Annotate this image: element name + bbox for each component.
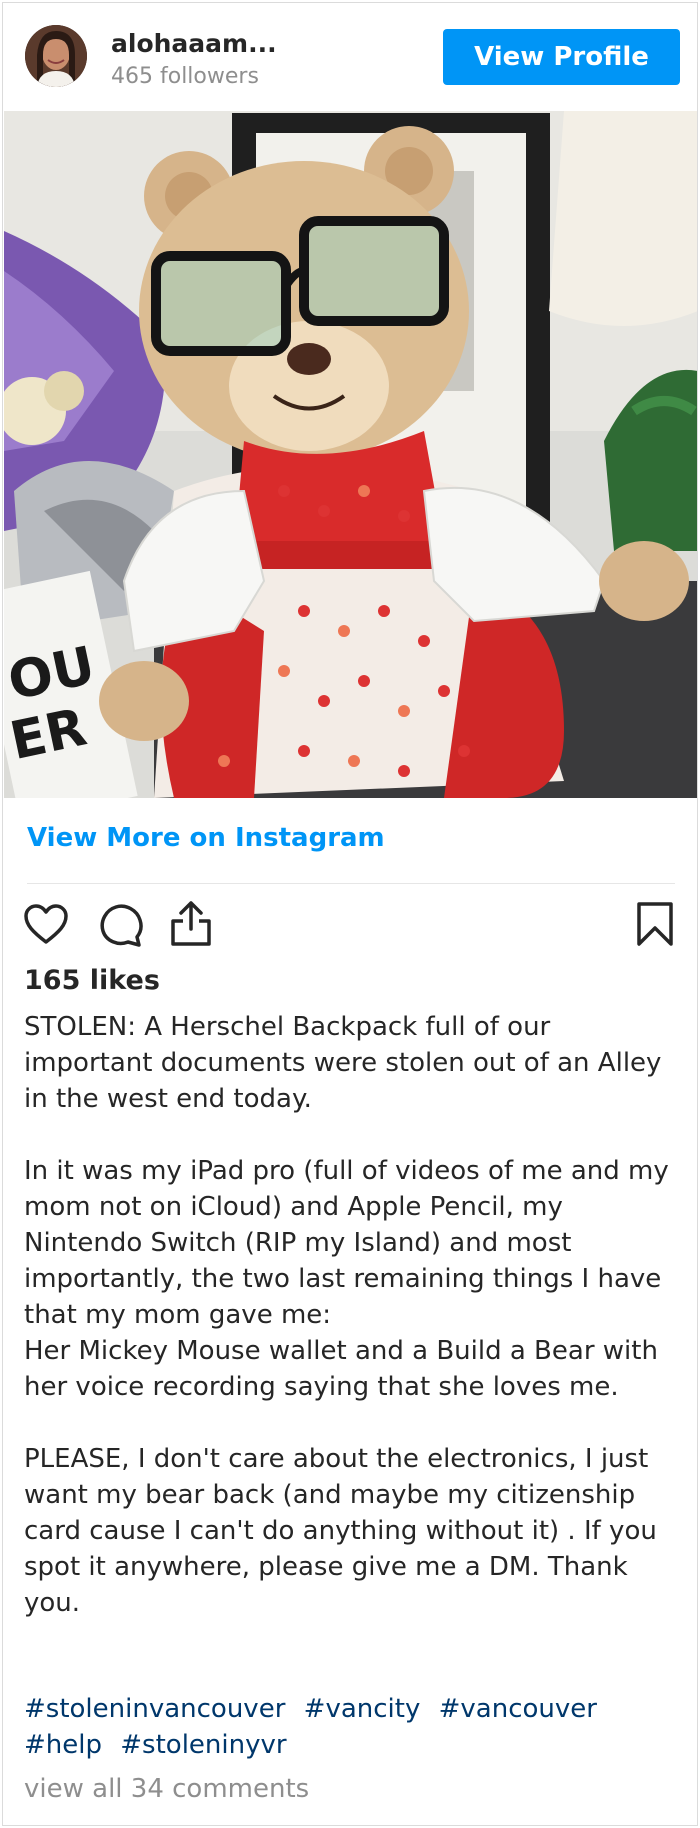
- hashtag-link[interactable]: #help: [24, 1730, 102, 1760]
- avatar[interactable]: [25, 25, 87, 87]
- post-caption: STOLEN: A Herschel Backpack full of our …: [24, 1012, 669, 1618]
- hashtag-link[interactable]: #vancouver: [439, 1694, 597, 1724]
- view-all-comments-link[interactable]: view all 34 comments: [24, 1774, 309, 1804]
- share-icon[interactable]: [169, 899, 213, 947]
- heart-icon[interactable]: [23, 903, 69, 945]
- like-count[interactable]: 165 likes: [24, 965, 160, 996]
- follower-count: 465 followers: [111, 64, 259, 89]
- teddy-bear-photo: OU ER: [4, 111, 697, 798]
- hashtag-list: #stoleninvancouver #vancity #vancouver #…: [24, 1691, 680, 1763]
- post-image[interactable]: OU ER: [4, 111, 697, 798]
- view-more-on-instagram-link[interactable]: View More on Instagram: [27, 823, 385, 853]
- hashtag-link[interactable]: #stoleninyvr: [120, 1730, 286, 1760]
- instagram-embed-card: alohaaam... 465 followers View Profile O…: [2, 2, 698, 1826]
- comment-icon[interactable]: [97, 901, 143, 947]
- profile-username[interactable]: alohaaam...: [111, 29, 277, 58]
- hashtag-link[interactable]: #stoleninvancouver: [24, 1694, 285, 1724]
- bookmark-icon[interactable]: [635, 901, 675, 947]
- view-profile-button[interactable]: View Profile: [443, 29, 680, 85]
- divider: [27, 883, 675, 884]
- post-header: alohaaam... 465 followers View Profile: [3, 3, 697, 111]
- hashtag-link[interactable]: #vancity: [304, 1694, 421, 1724]
